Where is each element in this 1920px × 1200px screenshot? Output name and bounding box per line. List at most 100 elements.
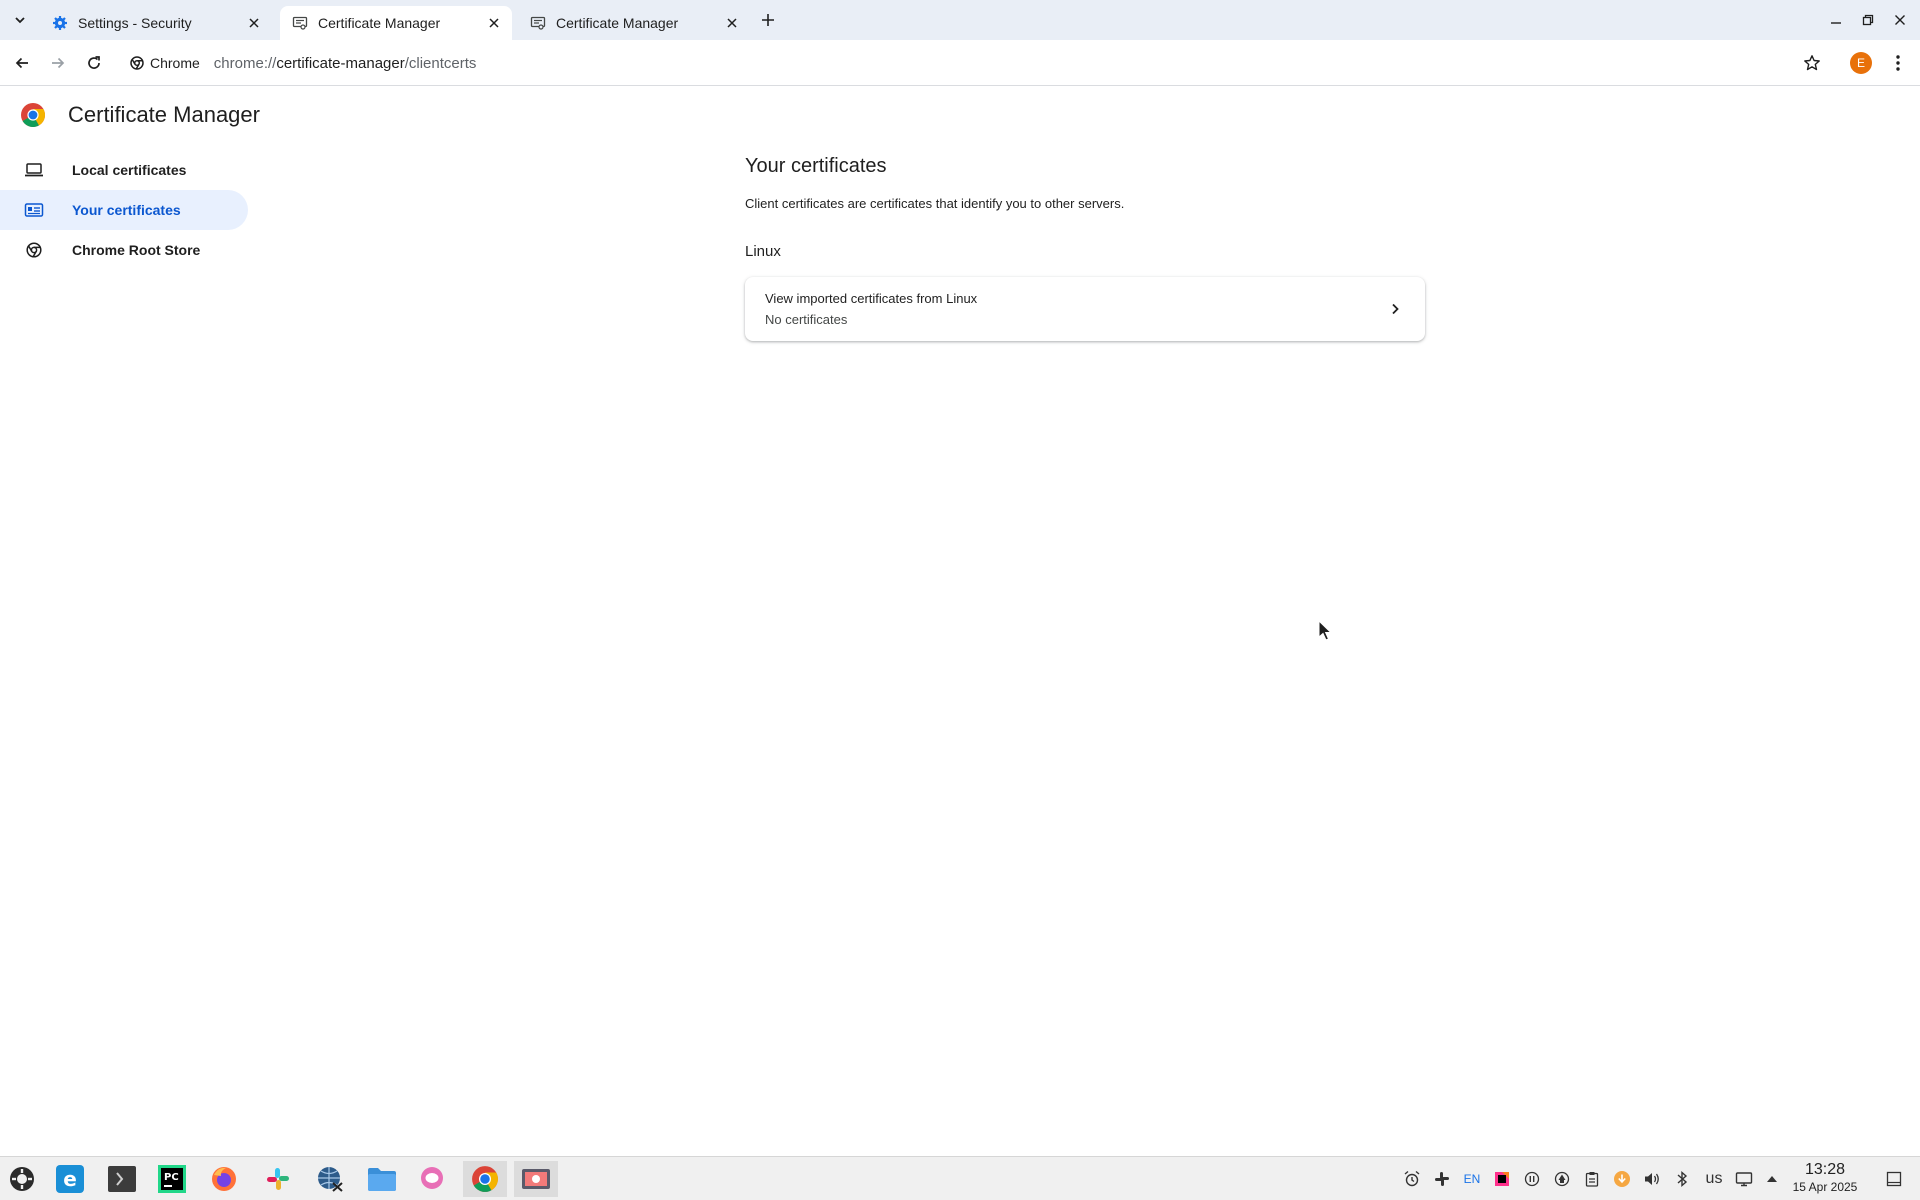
os-taskbar: e PC EN us 13:28 15 Apr 2025 xyxy=(0,1156,1920,1200)
tray-alarm-icon[interactable] xyxy=(1402,1169,1422,1189)
show-desktop-icon[interactable] xyxy=(1884,1169,1904,1189)
chevron-right-icon xyxy=(1385,299,1405,319)
reload-icon xyxy=(88,56,100,69)
section-heading: Your certificates xyxy=(745,155,887,177)
chat-bubble-icon xyxy=(421,1167,443,1189)
taskbar-slack[interactable] xyxy=(256,1161,300,1197)
taskbar-screenshot-tool[interactable] xyxy=(514,1161,558,1197)
taskbar-chrome[interactable] xyxy=(463,1161,507,1197)
tray-pause-icon[interactable] xyxy=(1522,1169,1542,1189)
profile-avatar[interactable]: E xyxy=(1850,52,1872,74)
section-description: Client certificates are certificates tha… xyxy=(745,196,1125,211)
row-primary-text: View imported certificates from Linux xyxy=(765,291,978,306)
close-icon[interactable] xyxy=(724,15,740,31)
main-content: Your certificates Client certificates ar… xyxy=(745,155,1425,341)
tray-clipboard-icon[interactable] xyxy=(1582,1169,1602,1189)
row-secondary-text: No certificates xyxy=(765,312,848,327)
arrow-right-icon xyxy=(52,57,65,69)
taskbar-clock[interactable]: 13:28 15 Apr 2025 xyxy=(1780,1161,1870,1194)
tab-title: Certificate Manager xyxy=(318,15,441,31)
plus-icon xyxy=(762,14,774,26)
tray-expand-icon[interactable] xyxy=(1762,1169,1782,1189)
taskbar-network-tool[interactable] xyxy=(308,1161,352,1197)
restore-icon xyxy=(1862,14,1874,26)
pycharm-icon: PC xyxy=(158,1165,186,1193)
close-icon[interactable] xyxy=(246,15,262,31)
taskbar-terminal[interactable] xyxy=(100,1161,144,1197)
clock-date: 15 Apr 2025 xyxy=(1792,1180,1858,1194)
tray-bluetooth-icon[interactable] xyxy=(1672,1169,1692,1189)
screenshot-icon xyxy=(522,1169,550,1189)
close-icon[interactable] xyxy=(486,15,502,31)
certificate-icon xyxy=(530,15,546,31)
tab-strip: Settings - Security Certificate Manager … xyxy=(0,0,1920,40)
bookmark-button[interactable] xyxy=(1798,49,1826,77)
restore-button[interactable] xyxy=(1856,8,1880,32)
tray-keyboard-layout[interactable]: us xyxy=(1702,1169,1726,1189)
svg-text:PC: PC xyxy=(164,1172,179,1183)
taskbar-pycharm[interactable]: PC xyxy=(150,1161,194,1197)
tray-slack-icon[interactable] xyxy=(1432,1169,1452,1189)
site-chip-label: Chrome xyxy=(150,55,200,71)
tray-volume-icon[interactable] xyxy=(1642,1169,1662,1189)
forward-button[interactable] xyxy=(44,49,72,77)
taskbar-files[interactable] xyxy=(360,1161,404,1197)
sidenav-item-your-certificates[interactable]: Your certificates xyxy=(0,190,248,230)
new-tab-button[interactable] xyxy=(756,8,780,32)
sidenav-item-chrome-root-store[interactable]: Chrome Root Store xyxy=(0,230,248,270)
url-host: certificate-manager xyxy=(276,54,405,72)
close-window-button[interactable] xyxy=(1888,8,1912,32)
minimize-icon xyxy=(1831,22,1841,24)
firefox-icon xyxy=(212,1167,236,1191)
url-text: chrome://certificate-manager/clientcerts xyxy=(214,55,477,72)
chrome-icon xyxy=(24,240,44,260)
arrow-left-icon xyxy=(15,57,28,69)
site-chip[interactable]: Chrome xyxy=(120,49,210,77)
tab-search-button[interactable] xyxy=(8,8,32,32)
sidenav-item-label: Local certificates xyxy=(72,162,187,178)
taskbar-app-e[interactable]: e xyxy=(48,1161,92,1197)
kebab-menu-icon xyxy=(1896,55,1900,71)
app-e-icon: e xyxy=(56,1165,84,1193)
chrome-icon xyxy=(130,56,144,70)
tab-settings-security[interactable]: Settings - Security xyxy=(40,6,272,40)
sidenav-item-local-certificates[interactable]: Local certificates xyxy=(0,150,248,190)
sidenav: Local certificates Your certificates Chr… xyxy=(0,150,248,270)
view-linux-certificates-row[interactable]: View imported certificates from Linux No… xyxy=(745,277,1425,341)
tray-jetbrains-toolbox-icon[interactable] xyxy=(1492,1169,1512,1189)
omnibox[interactable]: Chrome chrome://certificate-manager/clie… xyxy=(120,45,1780,81)
terminal-icon xyxy=(108,1166,136,1192)
taskbar-chat-app[interactable] xyxy=(410,1161,454,1197)
tray-update-icon[interactable] xyxy=(1612,1169,1632,1189)
start-menu-button[interactable] xyxy=(0,1161,44,1197)
minimize-button[interactable] xyxy=(1824,8,1848,32)
chevron-down-icon xyxy=(15,17,25,24)
url-path: /clientcerts xyxy=(404,54,477,72)
menu-button[interactable] xyxy=(1884,49,1912,77)
tray-language[interactable]: EN xyxy=(1462,1169,1482,1189)
chrome-logo-icon xyxy=(472,1166,498,1192)
browser-toolbar: Chrome chrome://certificate-manager/clie… xyxy=(0,40,1920,86)
taskbar-firefox[interactable] xyxy=(202,1161,246,1197)
chrome-logo-icon xyxy=(21,103,46,128)
close-icon xyxy=(1895,15,1905,25)
svg-text:e: e xyxy=(63,1167,77,1191)
folder-icon xyxy=(368,1168,396,1191)
gear-icon xyxy=(52,15,68,31)
tab-certificate-manager-active[interactable]: Certificate Manager xyxy=(280,6,512,40)
tab-title: Certificate Manager xyxy=(556,15,679,31)
mouse-cursor-icon xyxy=(1318,619,1333,647)
globe-icon xyxy=(318,1167,343,1192)
back-button[interactable] xyxy=(8,49,36,77)
system-menu-icon xyxy=(10,1167,34,1191)
id-card-icon xyxy=(24,200,44,220)
tab-certificate-manager[interactable]: Certificate Manager xyxy=(518,6,750,40)
sidenav-item-label: Your certificates xyxy=(72,202,181,218)
tray-vpn-icon[interactable] xyxy=(1552,1169,1572,1189)
tray-display-icon[interactable] xyxy=(1734,1169,1754,1189)
sidenav-item-label: Chrome Root Store xyxy=(72,242,201,258)
reload-button[interactable] xyxy=(80,49,108,77)
star-icon xyxy=(1804,55,1820,71)
tab-title: Settings - Security xyxy=(78,15,192,31)
page-header: Certificate Manager xyxy=(20,102,260,128)
